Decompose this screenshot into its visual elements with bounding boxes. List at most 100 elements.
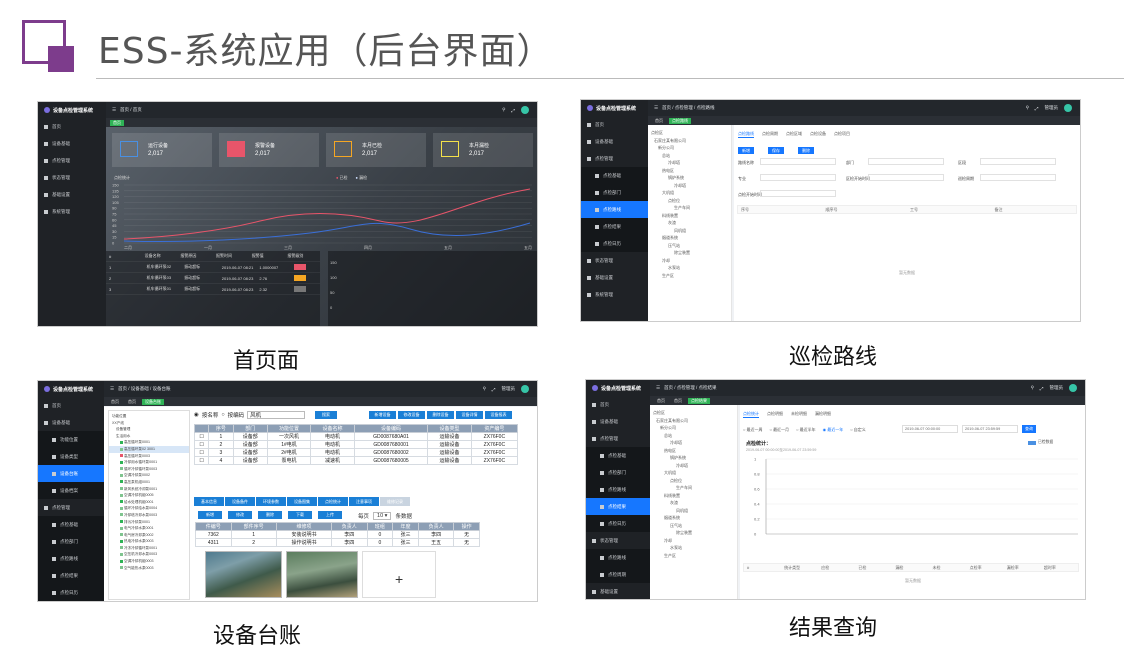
- form-tab[interactable]: 漏检明细: [815, 411, 831, 418]
- form-field-input[interactable]: [868, 174, 944, 181]
- tab[interactable]: 设备台账: [142, 398, 164, 405]
- tree-node[interactable]: 料线装置: [650, 492, 737, 500]
- sidebar-item[interactable]: 设备类型: [38, 448, 104, 465]
- sidebar-item[interactable]: 点检基础: [38, 516, 104, 533]
- sidebar-item[interactable]: 状态管理: [581, 252, 648, 269]
- fullscreen-icon[interactable]: ⤢: [511, 108, 515, 113]
- tab-home[interactable]: 首页: [110, 119, 124, 126]
- tree-node[interactable]: 高压循环泵02 3001: [109, 445, 189, 453]
- form-tab[interactable]: 点检路线: [738, 131, 754, 138]
- row-checkbox[interactable]: ☐: [193, 448, 210, 457]
- tree-node[interactable]: 灰渣: [650, 499, 737, 507]
- tree-node[interactable]: 电气冷却水泵0001: [109, 525, 189, 532]
- tree-node[interactable]: 总站: [648, 152, 731, 160]
- sidebar-item[interactable]: 功能位置: [38, 431, 104, 448]
- tree-node[interactable]: 水泵站: [650, 544, 737, 552]
- period-radio[interactable]: ○ 最近一周: [743, 427, 763, 433]
- tree-node[interactable]: 新分公司: [648, 144, 731, 152]
- tree-node[interactable]: 冷却: [650, 537, 737, 545]
- tree-node[interactable]: 生产车间: [648, 204, 731, 212]
- table-row[interactable]: ☐ 2 设备部 1#电机 电动机 GD0087680001 运输设备 ZX76F0C: [193, 440, 519, 449]
- period-radio[interactable]: ○ 最近半年: [796, 427, 816, 433]
- tree-node[interactable]: 热电区: [650, 447, 737, 455]
- sidebar-item[interactable]: 基础设置: [581, 269, 648, 286]
- tree-node[interactable]: 生活用水: [109, 433, 189, 440]
- ledger-action-button[interactable]: 设备详情: [456, 411, 483, 419]
- tab[interactable]: 首页: [108, 399, 122, 405]
- tree-node[interactable]: 冷却塔: [650, 439, 737, 447]
- sidebar-item[interactable]: 点检日历: [38, 584, 104, 601]
- table-row[interactable]: ☐ 3 设备部 2#电机 电动机 GD0087680002 运输设备 ZX76F0C: [193, 448, 519, 457]
- sidebar-item[interactable]: 点检部门: [581, 184, 648, 201]
- row-checkbox[interactable]: ☐: [193, 432, 210, 441]
- tree-node[interactable]: 压气站: [650, 522, 737, 530]
- detail-tab[interactable]: 设备备件: [225, 497, 255, 506]
- ledger-search-button[interactable]: 搜索: [315, 411, 337, 419]
- menu-toggle-icon[interactable]: ☰: [110, 386, 114, 392]
- tree-node[interactable]: 风机组: [650, 507, 737, 515]
- tree-node[interactable]: 生产车间: [650, 484, 737, 492]
- form-tab[interactable]: 点检项目: [834, 131, 850, 138]
- tree-node[interactable]: 设备管理: [109, 426, 189, 433]
- tree-node[interactable]: 新分公司: [650, 424, 737, 432]
- tree-node[interactable]: 风机组: [648, 227, 731, 235]
- sidebar-item[interactable]: 设备基础: [586, 413, 650, 430]
- tree-node[interactable]: 锅炉系统: [650, 454, 737, 462]
- tree-node[interactable]: 高压泵机组0001: [109, 479, 189, 486]
- ledger-search-input[interactable]: 风机: [247, 411, 306, 419]
- sidebar-item[interactable]: 系统管理: [581, 286, 648, 303]
- form-field-input[interactable]: [868, 158, 944, 165]
- tab[interactable]: 首页: [671, 398, 685, 404]
- table-row[interactable]: 3 机车循环泵01 振动超标 2019-06-07 08:23 2.32: [106, 284, 320, 295]
- row-checkbox[interactable]: ☐: [193, 456, 210, 465]
- ledger-action-button[interactable]: 修改设备: [398, 411, 425, 419]
- tree-node[interactable]: 循环冷却给水泵0004: [109, 505, 189, 512]
- tree-node[interactable]: 生产区: [648, 272, 731, 280]
- sidebar-item[interactable]: 首页: [586, 396, 650, 413]
- sidebar-item[interactable]: 首页: [38, 397, 104, 414]
- sidebar-item[interactable]: 点检基础: [581, 167, 648, 184]
- fullscreen-icon[interactable]: ⤢: [492, 387, 496, 392]
- period-radio[interactable]: ○ 自定义: [850, 427, 866, 433]
- table-row[interactable]: 4311 2 操作说明书 李四 0 张三 王五无: [195, 538, 480, 547]
- tree-node[interactable]: 压气站: [648, 242, 731, 250]
- sidebar-item[interactable]: 点检结果: [38, 567, 104, 584]
- menu-toggle-icon[interactable]: ☰: [112, 107, 116, 113]
- detail-action-button[interactable]: 新增: [198, 511, 222, 519]
- sidebar-item[interactable]: 点检结果: [586, 498, 650, 515]
- stat-card[interactable]: 本月已检 2,017: [326, 133, 426, 167]
- form-tab[interactable]: 点检明细: [767, 411, 783, 418]
- detail-tab[interactable]: 环境参数: [256, 497, 286, 506]
- tab[interactable]: 点检路线: [669, 117, 691, 124]
- tree-node[interactable]: 灰渣: [648, 219, 731, 227]
- search-icon[interactable]: ⚲: [1026, 105, 1029, 111]
- sidebar-item[interactable]: 设备基础: [581, 133, 648, 150]
- query-button[interactable]: 查询: [1022, 425, 1036, 433]
- tab[interactable]: 点检结果: [688, 397, 710, 404]
- detail-action-button[interactable]: 删除: [258, 511, 282, 519]
- sidebar-item[interactable]: 设备基础: [38, 135, 106, 152]
- equipment-photo-2[interactable]: [286, 551, 358, 598]
- sidebar-item[interactable]: 状态管理: [586, 532, 650, 549]
- tree-node[interactable]: 除尘装置: [650, 529, 737, 537]
- route-action-button[interactable]: 删除: [798, 147, 814, 154]
- fullscreen-icon[interactable]: ⤢: [1040, 386, 1044, 391]
- radio-by-name[interactable]: ◉: [194, 412, 199, 418]
- detail-tab[interactable]: 设备图集: [287, 497, 317, 506]
- tree-node[interactable]: 点检位: [648, 197, 731, 205]
- sidebar-item[interactable]: 设备档案: [38, 482, 104, 499]
- form-tab[interactable]: 点检统计: [743, 411, 759, 418]
- tree-node[interactable]: 热电区: [648, 167, 731, 175]
- table-row[interactable]: 2 机车循环泵03 振动超标 2019-06-07 08:23 2.76: [106, 273, 320, 284]
- table-row[interactable]: ☐ 4 设备部 泵电机 减速机 GD0087680005 运输设备 ZX76F0C: [193, 456, 519, 465]
- form-tab[interactable]: 未检明细: [791, 411, 807, 418]
- tree-node[interactable]: 循环冷却循环泵0003: [109, 466, 189, 473]
- avatar[interactable]: [521, 385, 529, 393]
- date-to-input[interactable]: 2019-06-07 23:59:59: [962, 425, 1018, 433]
- sidebar-item[interactable]: 点检管理: [586, 430, 650, 447]
- sidebar-item[interactable]: 点检管理: [581, 150, 648, 167]
- ledger-action-button[interactable]: 删除设备: [427, 411, 454, 419]
- tree-node[interactable]: 冷却塔: [648, 182, 731, 190]
- tree-node[interactable]: 电气房冷却泵0002: [109, 532, 189, 539]
- tab[interactable]: 首页: [654, 398, 668, 404]
